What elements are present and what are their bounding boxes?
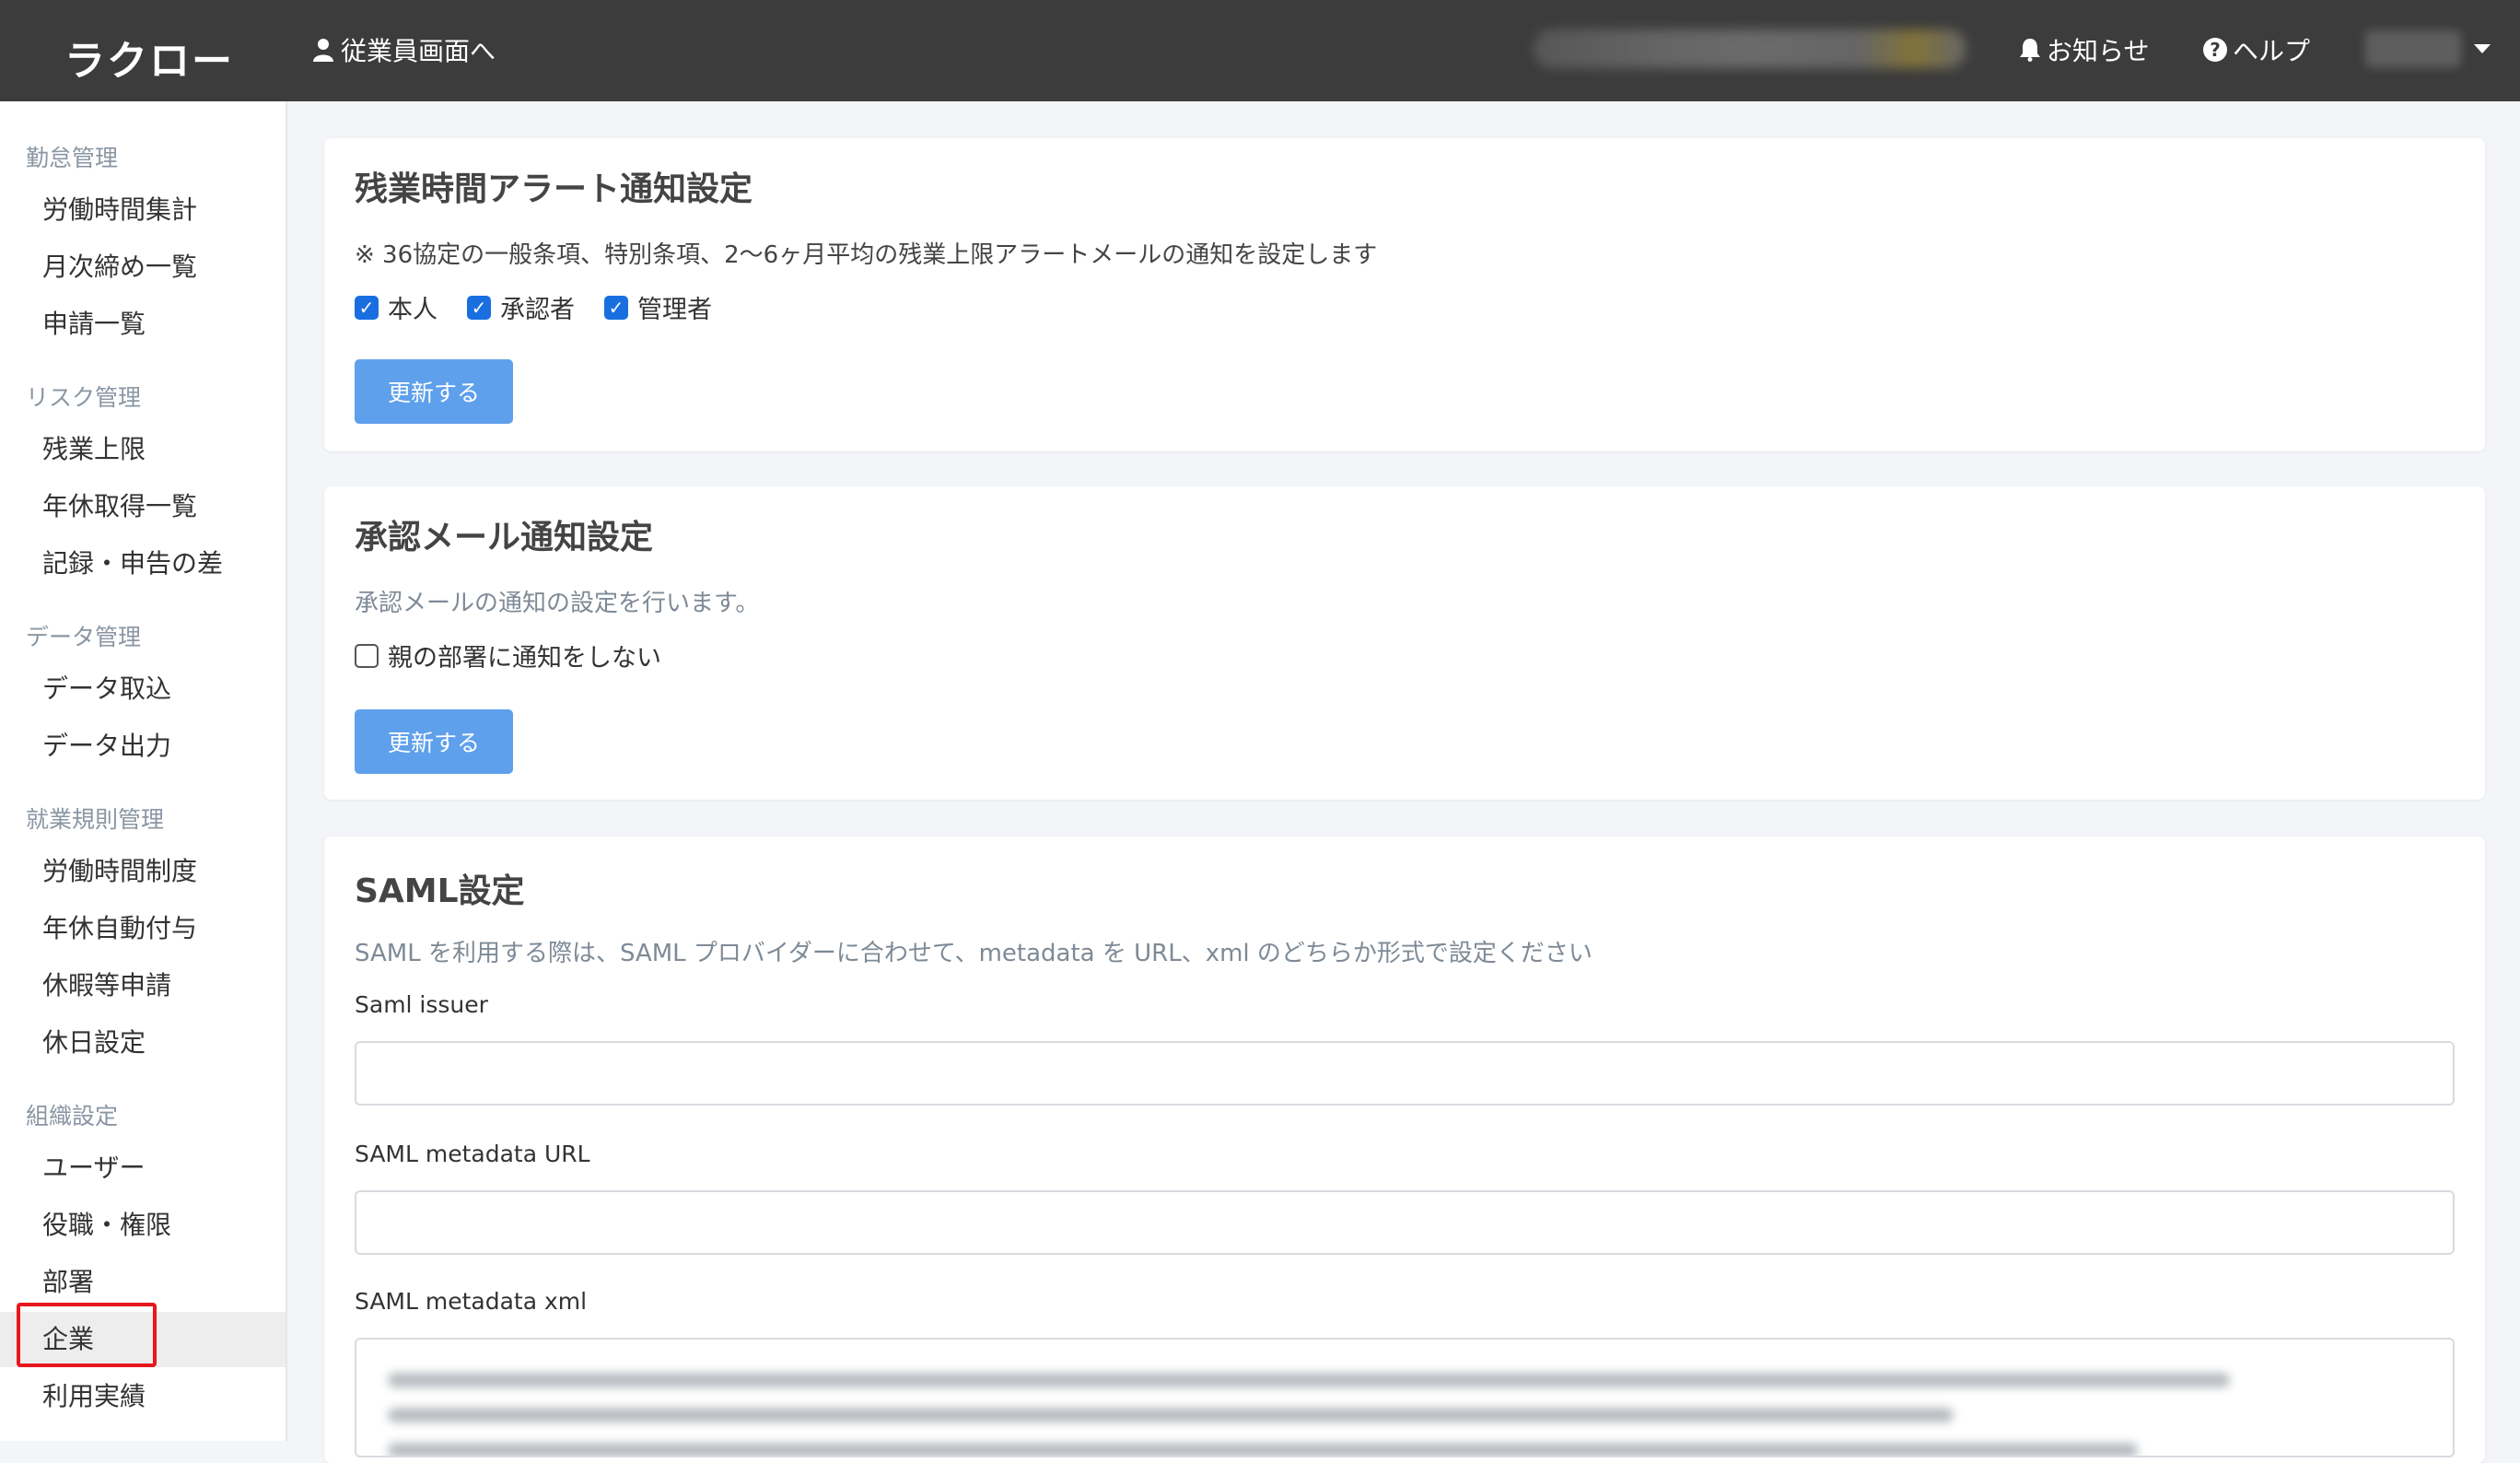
company-info-blurred — [1534, 29, 1966, 68]
sidebar-section-organization: 組織設定 — [26, 1103, 119, 1129]
sidebar-item-leave-requests[interactable]: 休暇等申請 — [0, 958, 286, 1013]
sidebar-item-annual-leave-list[interactable]: 年休取得一覧 — [0, 479, 286, 534]
checkbox-self[interactable]: ✓ 本人 — [355, 289, 438, 325]
checkbox-approver-box[interactable]: ✓ — [467, 295, 491, 320]
sidebar-item-users[interactable]: ユーザー — [0, 1141, 286, 1196]
saml-metadata-xml-label: SAML metadata xml — [355, 1288, 588, 1315]
saml-title: SAML設定 — [355, 872, 525, 910]
checkbox-self-box[interactable]: ✓ — [355, 295, 379, 320]
sidebar-item-auto-annual-leave[interactable]: 年休自動付与 — [0, 901, 286, 956]
top-navbar: ラクロー 従業員画面へ お知らせ ? ヘルプ — [0, 0, 2520, 101]
overtime-alert-title: 残業時間アラート通知設定 — [355, 170, 753, 208]
sidebar-section-attendance: 勤怠管理 — [26, 145, 119, 171]
user-icon — [313, 39, 333, 62]
overtime-alert-update-button[interactable]: 更新する — [355, 359, 513, 424]
sidebar-item-data-export[interactable]: データ出力 — [0, 719, 286, 774]
sidebar-item-request-list[interactable]: 申請一覧 — [0, 297, 286, 352]
overtime-alert-recipients: ✓ 本人 ✓ 承認者 ✓ 管理者 — [355, 289, 712, 325]
checkbox-admin-label: 管理者 — [637, 296, 712, 324]
xml-content-blurred — [388, 1443, 2138, 1456]
question-circle-icon: ? — [2203, 38, 2227, 62]
app-logo[interactable]: ラクロー — [64, 28, 234, 87]
employee-screen-label: 従業員画面へ — [341, 36, 496, 66]
saml-metadata-xml-textarea[interactable] — [355, 1338, 2455, 1457]
sidebar-item-record-declaration-diff[interactable]: 記録・申告の差 — [0, 536, 286, 591]
sidebar-item-work-hours-summary[interactable]: 労働時間集計 — [0, 182, 286, 238]
saml-metadata-url-label: SAML metadata URL — [355, 1141, 590, 1167]
user-name-blurred — [2365, 30, 2461, 67]
checkbox-approver-label: 承認者 — [500, 296, 575, 324]
checkbox-no-parent-dept-notify[interactable]: 親の部署に通知をしない — [355, 638, 661, 673]
approval-mail-options: 親の部署に通知をしない — [355, 638, 661, 673]
user-menu-dropdown[interactable] — [2365, 26, 2494, 72]
checkbox-no-parent-dept-notify-box[interactable] — [355, 643, 379, 668]
caret-down-icon — [2474, 44, 2491, 53]
checkbox-no-parent-dept-notify-label: 親の部署に通知をしない — [388, 644, 661, 673]
checkbox-approver[interactable]: ✓ 承認者 — [467, 289, 575, 325]
sidebar-item-departments[interactable]: 部署 — [0, 1255, 286, 1310]
sidebar-item-company[interactable]: 企業 — [0, 1312, 286, 1367]
sidebar-item-usage-record[interactable]: 利用実績 — [0, 1369, 286, 1424]
saml-description: SAML を利用する際は、SAML プロバイダーに合わせて、metadata を… — [355, 940, 1592, 967]
notifications-label: お知らせ — [2047, 36, 2150, 66]
sidebar-item-holiday-settings[interactable]: 休日設定 — [0, 1015, 286, 1071]
sidebar-item-work-time-system[interactable]: 労働時間制度 — [0, 844, 286, 899]
sidebar-item-overtime-limit[interactable]: 残業上限 — [0, 422, 286, 477]
checkbox-admin-box[interactable]: ✓ — [604, 295, 628, 320]
checkbox-self-label: 本人 — [388, 296, 438, 324]
overtime-alert-description: ※ 36協定の一般条項、特別条項、2〜6ヶ月平均の残業上限アラートメールの通知を… — [355, 241, 1378, 269]
checkbox-admin[interactable]: ✓ 管理者 — [604, 289, 712, 325]
xml-content-blurred — [388, 1408, 1954, 1422]
help-label: ヘルプ — [2233, 36, 2311, 66]
notifications-link[interactable]: お知らせ — [2019, 31, 2149, 68]
saml-metadata-url-input[interactable] — [355, 1190, 2455, 1255]
overtime-alert-card: 残業時間アラート通知設定 ※ 36協定の一般条項、特別条項、2〜6ヶ月平均の残業… — [324, 138, 2485, 451]
bell-icon — [2020, 39, 2040, 62]
saml-settings-card: SAML設定 SAML を利用する際は、SAML プロバイダーに合わせて、met… — [324, 837, 2485, 1463]
approval-mail-description: 承認メールの通知の設定を行います。 — [355, 590, 760, 617]
sidebar-item-monthly-close-list[interactable]: 月次締め一覧 — [0, 240, 286, 295]
saml-issuer-input[interactable] — [355, 1041, 2455, 1106]
sidebar-section-work-rules: 就業規則管理 — [26, 806, 165, 833]
xml-content-blurred — [388, 1373, 2230, 1387]
approval-mail-card: 承認メール通知設定 承認メールの通知の設定を行います。 親の部署に通知をしない … — [324, 486, 2485, 800]
sidebar-item-data-import[interactable]: データ取込 — [0, 661, 286, 717]
saml-issuer-label: Saml issuer — [355, 991, 488, 1018]
sidebar-section-data: データ管理 — [26, 624, 142, 650]
sidebar-section-risk: リスク管理 — [26, 384, 142, 411]
approval-mail-update-button[interactable]: 更新する — [355, 709, 513, 774]
sidebar: 勤怠管理 労働時間集計 月次締め一覧 申請一覧 リスク管理 残業上限 年休取得一… — [0, 101, 287, 1441]
sidebar-item-roles-permissions[interactable]: 役職・権限 — [0, 1198, 286, 1253]
approval-mail-title: 承認メール通知設定 — [355, 519, 654, 556]
employee-screen-link[interactable]: 従業員画面へ — [313, 31, 496, 68]
help-link[interactable]: ? ヘルプ — [2203, 31, 2310, 68]
